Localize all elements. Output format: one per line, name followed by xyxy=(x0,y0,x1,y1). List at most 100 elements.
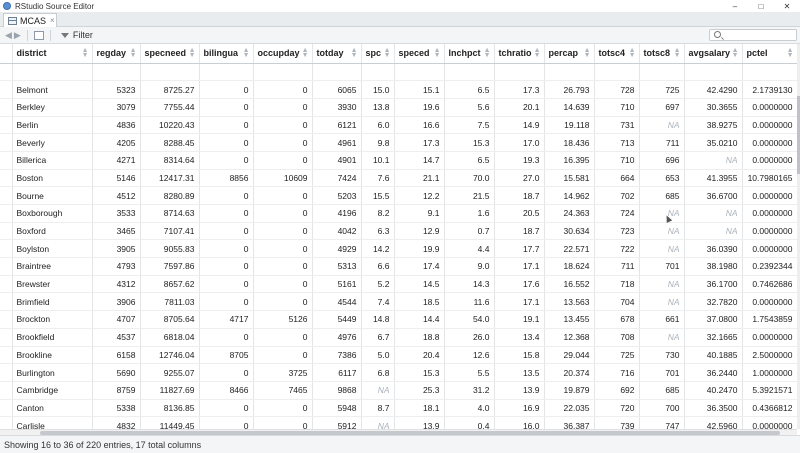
row-number-cell xyxy=(0,381,13,400)
cell-percap: 18.624 xyxy=(544,257,595,276)
cell-avgsalary: 30.3655 xyxy=(684,98,743,117)
column-header-regday[interactable]: regday ▲ ▼ xyxy=(92,44,141,64)
column-header-occupday[interactable]: occupday ▲ ▼ xyxy=(253,44,313,64)
table-row[interactable]: Brimfield 3906 7811.03 0 0 4544 7.4 18.5 11.6 17.… xyxy=(0,292,797,312)
cell-lnchpct: 4.4 xyxy=(444,239,495,259)
table-row[interactable]: Canton 5338 8136.85 0 0 5948 8.7 18.1 4.0 16.9 22.… xyxy=(0,399,797,418)
table-row[interactable]: Boxborough 3533 8714.63 0 0 4196 8.2 9.1 1.6 20.5… xyxy=(0,204,797,223)
cell-totsc8: 685 xyxy=(639,186,685,205)
table-row[interactable]: Brookline 6158 12746.04 8705 0 7386 5.0 20.4 12.… xyxy=(0,346,797,365)
cell-totday: 7386 xyxy=(312,346,362,365)
cell-regday: 4312 xyxy=(92,275,141,294)
cell-percap: 20.374 xyxy=(544,363,595,382)
column-header-speced[interactable]: speced ▲ ▼ xyxy=(394,44,445,64)
cell-occupday: 7465 xyxy=(253,381,313,400)
cell-regday: 3465 xyxy=(92,222,141,241)
column-header-tchratio[interactable]: tchratio ▲ ▼ xyxy=(494,44,545,64)
cell-specneed xyxy=(140,63,200,82)
close-window-button[interactable]: ✕ xyxy=(774,0,800,12)
table-row[interactable]: Cambridge 8759 11827.69 8466 7465 9868 NA 25.3 3… xyxy=(0,381,797,400)
filter-button[interactable]: Filter xyxy=(60,30,93,40)
tab-mcas[interactable]: MCAS × xyxy=(3,13,57,27)
cell-occupday: 0 xyxy=(253,416,313,429)
column-header-bilingua[interactable]: bilingua ▲ ▼ xyxy=(199,44,254,64)
cell-bilingua: 0 xyxy=(199,275,254,294)
column-header-totsc4[interactable]: totsc4 ▲ ▼ xyxy=(594,44,640,64)
cell-spc: 9.8 xyxy=(361,133,395,152)
cell-lnchpct: 14.3 xyxy=(444,275,495,294)
show-in-new-window-icon[interactable] xyxy=(33,30,44,40)
table-row[interactable]: Berkley 3079 7755.44 0 0 3930 13.8 19.6 5.6 20.1 1… xyxy=(0,98,797,117)
cell-totsc4: 664 xyxy=(594,169,640,188)
sort-arrows-icon: ▲ ▼ xyxy=(583,47,591,59)
cell-specneed: 12746.04 xyxy=(140,346,200,365)
cell-specneed: 8657.62 xyxy=(140,275,200,294)
cell-district: Carlisle xyxy=(12,416,93,429)
minimize-button[interactable]: – xyxy=(722,0,748,12)
cell-lnchpct: 12.6 xyxy=(444,346,495,365)
cell-totsc4: 702 xyxy=(594,186,640,205)
cell-totsc8: NA xyxy=(639,275,685,294)
column-header-district[interactable]: district ▲ ▼ xyxy=(12,44,93,64)
table-row[interactable]: Boston 5146 12417.31 8856 10609 7424 7.6 21.1 70… xyxy=(0,169,797,188)
cell-percap: 13.563 xyxy=(544,292,595,312)
search-input[interactable] xyxy=(709,29,797,41)
table-row[interactable]: Beverly 4205 8288.45 0 0 4961 9.8 17.3 15.3 17.0 1… xyxy=(0,133,797,152)
column-header-totsc8[interactable]: totsc8 ▲ ▼ xyxy=(639,44,685,64)
cell-percap: 30.634 xyxy=(544,222,595,241)
table-row[interactable]: Boylston 3905 9055.83 0 0 4929 14.2 19.9 4.4 17.7… xyxy=(0,239,797,259)
back-arrow-icon[interactable]: ◀ xyxy=(5,30,12,41)
column-header-specneed[interactable]: specneed ▲ ▼ xyxy=(140,44,200,64)
cell-avgsalary: 38.1980 xyxy=(684,257,743,276)
table-row[interactable]: Burlington 5690 9255.07 0 3725 6117 6.8 15.3 5.5… xyxy=(0,363,797,382)
cell-lnchpct: 0.4 xyxy=(444,416,495,429)
maximize-button[interactable]: □ xyxy=(748,0,774,12)
table-row[interactable]: Boxford 3465 7107.41 0 0 4042 6.3 12.9 0.7 18.7 30… xyxy=(0,222,797,241)
row-number-header[interactable] xyxy=(0,44,13,64)
table-row[interactable]: Billerica 4271 8314.64 0 0 4901 10.1 14.7 6.5 19.… xyxy=(0,151,797,170)
table-row[interactable]: Belmont 5323 8725.27 0 0 6065 15.0 15.1 6.5 17.3 2… xyxy=(0,80,797,99)
data-grid: district ▲ ▼ regday ▲ ▼ specneed ▲ ▼ bilingua ▲ ▼ oc… xyxy=(0,44,797,429)
toolbar-divider xyxy=(26,29,28,41)
cell-occupday: 0 xyxy=(253,116,313,135)
cell-occupday: 0 xyxy=(253,204,313,223)
table-row[interactable]: Berlin 4836 10220.43 0 0 6121 6.0 16.6 7.5 14.9 19… xyxy=(0,116,797,135)
table-row[interactable] xyxy=(0,63,797,82)
table-row[interactable]: Carlisle 4832 11449.45 0 0 5912 NA 13.9 0.4 16.0 3… xyxy=(0,416,797,429)
table-row[interactable]: Bourne 4512 8280.89 0 0 5203 15.5 12.2 21.5 18.7 1… xyxy=(0,186,797,205)
sort-arrows-icon: ▲ ▼ xyxy=(673,47,681,59)
cell-specneed: 7755.44 xyxy=(140,98,200,117)
cell-occupday: 0 xyxy=(253,151,313,170)
tab-close-icon[interactable]: × xyxy=(50,16,55,25)
cell-bilingua: 0 xyxy=(199,186,254,205)
column-header-percap[interactable]: percap ▲ ▼ xyxy=(544,44,595,64)
cell-percap: 24.363 xyxy=(544,204,595,223)
cell-tchratio: 17.1 xyxy=(494,257,545,276)
cell-specneed: 11449.45 xyxy=(140,416,200,429)
cell-speced: 9.1 xyxy=(394,204,445,223)
cell-totday: 4976 xyxy=(312,328,362,347)
cell-district: Brewster xyxy=(12,275,93,294)
table-row[interactable]: Brewster 4312 8657.62 0 0 5161 5.2 14.5 14.3 17.6… xyxy=(0,275,797,294)
cell-regday xyxy=(92,63,141,82)
cell-spc: 8.7 xyxy=(361,399,395,418)
column-header-lnchpct[interactable]: lnchpct ▲ ▼ xyxy=(444,44,495,64)
table-row[interactable]: Brockton 4707 8705.64 4717 5126 5449 14.8 14.4 5… xyxy=(0,310,797,329)
column-header-pctel[interactable]: pctel ▲ ▼ xyxy=(742,44,797,64)
column-header-spc[interactable]: spc ▲ ▼ xyxy=(361,44,395,64)
cell-totsc8: NA xyxy=(639,204,685,223)
column-header-avgsalary[interactable]: avgsalary ▲ ▼ xyxy=(684,44,743,64)
table-row[interactable]: Braintree 4793 7597.86 0 0 5313 6.6 17.4 9.0 17.1… xyxy=(0,257,797,276)
cell-totsc4: 724 xyxy=(594,204,640,223)
cell-occupday: 0 xyxy=(253,328,313,347)
cell-speced: 21.1 xyxy=(394,169,445,188)
table-row[interactable]: Brookfield 4537 6818.04 0 0 4976 6.7 18.8 26.0 13… xyxy=(0,328,797,347)
cell-specneed: 7811.03 xyxy=(140,292,200,312)
cell-pctel: 2.1739130 xyxy=(742,80,797,99)
column-header-totday[interactable]: totday ▲ ▼ xyxy=(312,44,362,64)
cell-regday: 5690 xyxy=(92,363,141,382)
row-number-cell xyxy=(0,169,13,188)
forward-arrow-icon[interactable]: ▶ xyxy=(14,30,21,41)
window-controls: – □ ✕ xyxy=(722,0,800,12)
cell-percap: 26.793 xyxy=(544,80,595,99)
